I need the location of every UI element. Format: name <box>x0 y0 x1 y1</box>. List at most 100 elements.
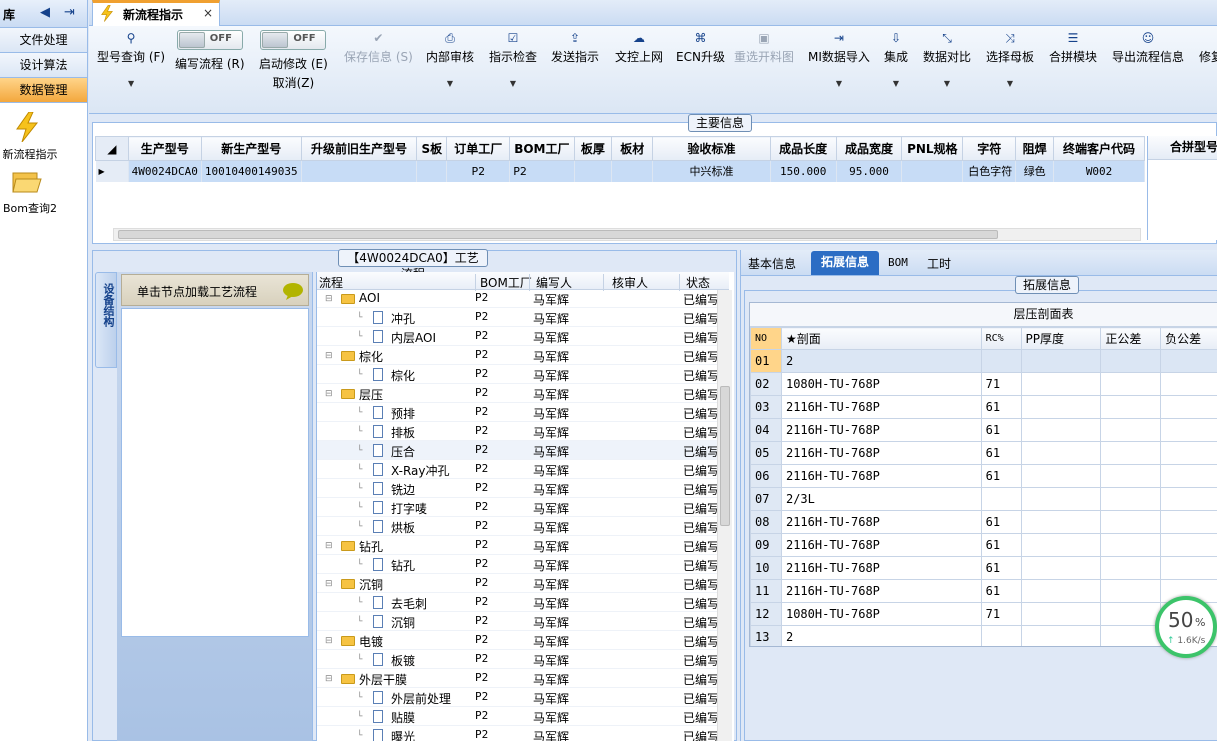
table-cell-no[interactable]: 04 <box>750 418 782 442</box>
table-cell-no[interactable]: 08 <box>750 510 782 534</box>
tree-node-label[interactable]: 钻孔 <box>391 557 415 574</box>
table-cell-rc[interactable]: 61 <box>980 556 1022 580</box>
tree-expander-icon[interactable]: └ <box>357 427 362 437</box>
tree-node-label[interactable]: 铣边 <box>391 481 415 498</box>
reselect-cutting-button[interactable]: ▣ 重选开料图 <box>734 30 794 65</box>
column-header[interactable]: 生产型号 <box>127 136 202 161</box>
tree-node-label[interactable]: 沉铜 <box>359 576 383 593</box>
table-cell-rc[interactable]: 61 <box>980 395 1022 419</box>
tree-node-label[interactable]: 板镀 <box>391 652 415 669</box>
vertical-scrollbar[interactable] <box>717 290 732 741</box>
new-flow-launcher[interactable]: 新流程指示 <box>0 110 60 161</box>
tree-node-label[interactable]: 打字唛 <box>391 500 427 517</box>
tree-node-label[interactable]: 预排 <box>391 405 415 422</box>
tree-row[interactable]: └ 贴膜 P2 马军辉 已编写 <box>317 707 729 726</box>
table-cell-plus-tol[interactable] <box>1100 349 1162 373</box>
doc-upload-button[interactable]: ☁ 文控上网 <box>615 30 663 65</box>
table-cell-minus-tol[interactable] <box>1160 487 1217 511</box>
table-cell-pp[interactable] <box>1020 464 1102 488</box>
table-cell-no[interactable]: 13 <box>750 625 782 646</box>
internal-review-button[interactable]: ⎙ 内部审核 ▼ <box>426 30 474 88</box>
table-row[interactable]: 10 2116H-TU-768P 61 <box>750 556 1217 580</box>
table-cell-rc[interactable] <box>980 349 1022 373</box>
tree-node-label[interactable]: 压合 <box>391 443 415 460</box>
column-header[interactable]: 终端客户代码 <box>1053 136 1145 161</box>
mi-import-button[interactable]: ⇥ MI数据导入 ▼ <box>808 30 870 88</box>
table-cell-pp[interactable] <box>1020 579 1102 603</box>
table-cell-pp[interactable] <box>1020 625 1102 646</box>
column-header[interactable]: S板 <box>416 136 448 161</box>
tree-row[interactable]: ⊟ 层压 P2 马军辉 已编写 <box>317 384 729 403</box>
tree-expander-icon[interactable]: ⊟ <box>325 294 333 304</box>
tree-expander-icon[interactable]: └ <box>357 408 362 418</box>
data-compare-button[interactable]: ⤡ 数据对比 ▼ <box>923 30 971 88</box>
table-cell-plus-tol[interactable] <box>1100 418 1162 442</box>
table-cell-pp[interactable] <box>1020 487 1102 511</box>
table-cell-minus-tol[interactable] <box>1160 510 1217 534</box>
table-cell-rc[interactable] <box>980 487 1022 511</box>
table-cell-no[interactable]: 12 <box>750 602 782 626</box>
start-modify-toggle[interactable]: OFF 启动修改 (E) 取消(Z) <box>259 30 328 91</box>
table-cell-rc[interactable]: 61 <box>980 510 1022 534</box>
integrate-button[interactable]: ⇩ 集成 ▼ <box>884 30 908 88</box>
tree-expander-icon[interactable]: └ <box>357 655 362 665</box>
table-cell-section[interactable]: 2116H-TU-768P <box>780 533 982 557</box>
tree-node-label[interactable]: 烘板 <box>391 519 415 536</box>
table-cell-section[interactable]: 2116H-TU-768P <box>780 579 982 603</box>
tree-expander-icon[interactable]: └ <box>357 693 362 703</box>
tree-expander-icon[interactable]: └ <box>357 313 362 323</box>
table-cell[interactable]: 150.000 <box>770 160 837 182</box>
tree-expander-icon[interactable]: └ <box>357 560 362 570</box>
tree-row[interactable]: └ 曝光 P2 马军辉 已编写 <box>317 726 729 741</box>
table-cell-minus-tol[interactable] <box>1160 418 1217 442</box>
table-cell-plus-tol[interactable] <box>1100 556 1162 580</box>
table-cell-section[interactable]: 1080H-TU-768P <box>780 372 982 396</box>
tree-row[interactable]: ⊟ 棕化 P2 马军辉 已编写 <box>317 346 729 365</box>
tree-node-label[interactable]: 冲孔 <box>391 310 415 327</box>
table-cell-section[interactable]: 2116H-TU-768P <box>780 510 982 534</box>
tree-row[interactable]: └ 打字唛 P2 马军辉 已编写 <box>317 498 729 517</box>
table-cell-rc[interactable]: 61 <box>980 579 1022 603</box>
table-row[interactable]: 01 2 <box>750 349 1217 373</box>
toggle-switch[interactable]: OFF <box>260 30 327 50</box>
table-cell-pp[interactable] <box>1020 441 1102 465</box>
load-flow-bar[interactable]: 单击节点加载工艺流程 <box>121 274 309 306</box>
table-cell-plus-tol[interactable] <box>1100 395 1162 419</box>
table-cell-minus-tol[interactable] <box>1160 441 1217 465</box>
column-header[interactable]: 字符 <box>962 136 1017 161</box>
column-header[interactable]: 成品宽度 <box>835 136 903 161</box>
table-cell-no[interactable]: 02 <box>750 372 782 396</box>
table-cell[interactable]: 10010400149035 <box>201 160 302 182</box>
tree-node-label[interactable]: 外层前处理 <box>391 690 451 707</box>
table-cell[interactable] <box>416 160 448 182</box>
table-row[interactable]: 02 1080H-TU-768P 71 <box>750 372 1217 396</box>
column-header[interactable]: PNL规格 <box>901 136 964 161</box>
toggle-switch[interactable]: OFF <box>176 30 243 50</box>
table-row[interactable]: ▶ 4W0024DCA0 10010400149035 P2 P2 中兴标准 1… <box>95 160 1145 182</box>
table-cell-section[interactable]: 2116H-TU-768P <box>780 395 982 419</box>
table-cell[interactable]: 中兴标准 <box>652 160 771 182</box>
tree-expander-icon[interactable]: └ <box>357 731 362 741</box>
tree-row[interactable]: └ 板镀 P2 马军辉 已编写 <box>317 650 729 669</box>
save-button[interactable]: ✔ 保存信息 (S) <box>344 30 413 65</box>
tree-row[interactable]: └ 压合 P2 马军辉 已编写 <box>317 441 729 460</box>
tree-row[interactable]: └ X-Ray冲孔 P2 马军辉 已编写 <box>317 460 729 479</box>
tree-node-label[interactable]: AOI <box>359 291 380 305</box>
tree-row[interactable]: ⊟ 电镀 P2 马军辉 已编写 <box>317 631 729 650</box>
table-cell-minus-tol[interactable] <box>1160 464 1217 488</box>
table-cell-plus-tol[interactable] <box>1100 625 1162 646</box>
tree-expander-icon[interactable]: └ <box>357 446 362 456</box>
tree-expander-icon[interactable]: └ <box>357 332 362 342</box>
table-cell-plus-tol[interactable] <box>1100 602 1162 626</box>
table-cell-plus-tol[interactable] <box>1100 464 1162 488</box>
table-cell-pp[interactable] <box>1020 349 1102 373</box>
merge-module-button[interactable]: ☰ 合拼模块 <box>1049 30 1097 65</box>
table-cell[interactable]: 绿色 <box>1015 160 1055 182</box>
table-cell-rc[interactable]: 61 <box>980 441 1022 465</box>
table-cell[interactable]: 95.000 <box>836 160 903 182</box>
tree-node-label[interactable]: 沉铜 <box>391 614 415 631</box>
instruction-check-button[interactable]: ☑ 指示检查 ▼ <box>489 30 537 88</box>
column-header[interactable]: 新生产型号 <box>200 136 302 161</box>
scrollbar-thumb[interactable] <box>118 230 998 239</box>
table-row[interactable]: 04 2116H-TU-768P 61 <box>750 418 1217 442</box>
